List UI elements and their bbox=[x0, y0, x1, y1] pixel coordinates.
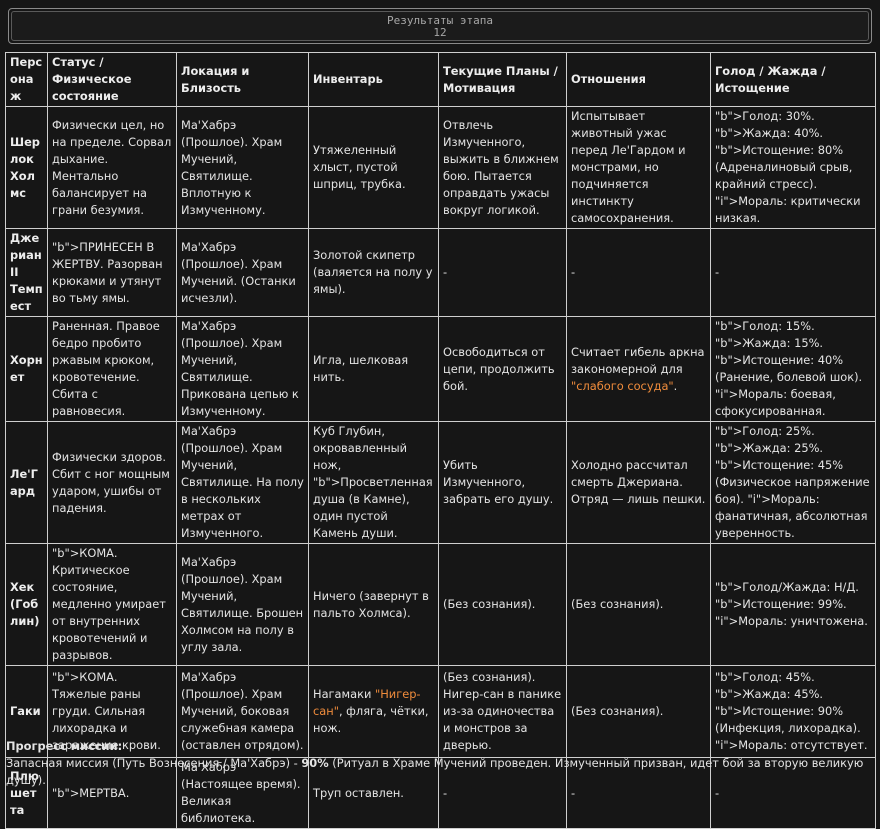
location-cell: Ма'Хабрэ (Прошлое). Храм Мучений, Святил… bbox=[176, 543, 309, 666]
inventory-cell: Ничего (завернут в пальто Холмса). bbox=[308, 543, 439, 666]
stage-results-header: Результаты этапа 12 bbox=[8, 8, 872, 44]
relations-cell: Холодно рассчитал смерть Джериана. Отряд… bbox=[566, 421, 711, 544]
plans-cell: Освободиться от цепи, продолжить бой. bbox=[438, 316, 567, 422]
character-name: Хек (Гоблин) bbox=[5, 543, 48, 666]
character-name: Хорнет bbox=[5, 316, 48, 422]
status-cell: Физически здоров. Сбит с ног мощным удар… bbox=[47, 421, 177, 544]
inventory-cell-text: Нагамаки "Нигер-сан", фляга, чётки, нож. bbox=[313, 687, 429, 735]
inventory-cell-text: Куб Глубин, окровавленный нож, "b">Просв… bbox=[313, 424, 433, 540]
needs-cell-text: "b">Голод: 15%. "b">Жажда: 15%. "b">Исто… bbox=[715, 319, 863, 418]
table-row: Ле'Гард Физически здоров. Сбит с ног мощ… bbox=[5, 421, 876, 544]
table-row: Хек (Гоблин) "b">КОМА. Критическое состо… bbox=[5, 543, 876, 666]
plans-cell: Отвлечь Измученного, выжить в ближнем бо… bbox=[438, 106, 567, 229]
status-cell: Раненная. Правое бедро пробито ржавым кр… bbox=[47, 316, 177, 422]
plans-cell: - bbox=[438, 228, 567, 317]
mission-percent: 90% bbox=[301, 756, 329, 770]
mission-progress: Прогресс миссии: Запасная миссия (Путь В… bbox=[6, 738, 874, 789]
needs-cell: "b">Голод: 30%. "b">Жажда: 40%. "b">Исто… bbox=[710, 106, 876, 229]
table-row: Шерлок Холмс Физически цел, но на предел… bbox=[5, 106, 876, 229]
needs-cell-text: "b">Голод: 25%. "b">Жажда: 25%. "b">Исто… bbox=[715, 424, 870, 540]
needs-cell: "b">Голод: 15%. "b">Жажда: 15%. "b">Исто… bbox=[710, 316, 876, 422]
character-status-table: Персонаж Статус / Физическое состояние Л… bbox=[5, 52, 876, 829]
status-cell: Физически цел, но на пределе. Сорвал дых… bbox=[47, 106, 177, 229]
col-header-inventory: Инвентарь bbox=[308, 52, 439, 107]
header-stage-number: 12 bbox=[433, 26, 447, 39]
inventory-cell: Игла, шелковая нить. bbox=[308, 316, 439, 422]
col-header-plans: Текущие Планы / Мотивация bbox=[438, 52, 567, 107]
mission-name: Запасная миссия (Путь Вознесения / Ма'Ха… bbox=[6, 756, 302, 770]
relations-cell: - bbox=[566, 228, 711, 317]
inventory-cell: Золотой скипетр (валяется на полу у ямы)… bbox=[308, 228, 439, 317]
mission-progress-title: Прогресс миссии: bbox=[6, 739, 123, 753]
relations-cell: (Без сознания). bbox=[566, 543, 711, 666]
needs-cell: "b">Голод/Жажда: Н/Д. "b">Истощение: 99%… bbox=[710, 543, 876, 666]
location-cell: Ма'Хабрэ (Прошлое). Храм Мучений, Святил… bbox=[176, 421, 309, 544]
needs-cell: "b">Голод: 25%. "b">Жажда: 25%. "b">Исто… bbox=[710, 421, 876, 544]
location-cell: Ма'Хабрэ (Прошлое). Храм Мучений. (Остан… bbox=[176, 228, 309, 317]
needs-cell-text: "b">Голод: 30%. "b">Жажда: 40%. "b">Исто… bbox=[715, 109, 861, 225]
status-cell: "b">КОМА. Критическое состояние, медленн… bbox=[47, 543, 177, 666]
character-name: Шерлок Холмс bbox=[5, 106, 48, 229]
needs-cell: - bbox=[710, 228, 876, 317]
needs-cell-text: "b">Голод/Жажда: Н/Д. "b">Истощение: 99%… bbox=[715, 580, 868, 628]
status-cell-text: "b">КОМА. Критическое состояние, медленн… bbox=[52, 546, 166, 662]
col-header-status: Статус / Физическое состояние bbox=[47, 52, 177, 107]
mission-progress-line: Запасная миссия (Путь Вознесения / Ма'Ха… bbox=[6, 755, 874, 789]
table-row: Хорнет Раненная. Правое бедро пробито рж… bbox=[5, 316, 876, 422]
inventory-cell: Куб Глубин, окровавленный нож, "b">Просв… bbox=[308, 421, 439, 544]
table-header-row: Персонаж Статус / Физическое состояние Л… bbox=[5, 52, 876, 107]
col-header-relations: Отношения bbox=[566, 52, 711, 107]
plans-cell: (Без сознания). bbox=[438, 543, 567, 666]
character-name: Джериан II Темпест bbox=[5, 228, 48, 317]
relations-cell: Считает гибель аркна закономерной для "с… bbox=[566, 316, 711, 422]
location-cell: Ма'Хабрэ (Прошлое). Храм Мучений, Святил… bbox=[176, 106, 309, 229]
inventory-cell: Утяжеленный хлыст, пустой шприц, трубка. bbox=[308, 106, 439, 229]
location-cell: Ма'Хабрэ (Прошлое). Храм Мучений, Святил… bbox=[176, 316, 309, 422]
relations-cell-text: Считает гибель аркна закономерной для "с… bbox=[571, 344, 705, 393]
col-header-character: Персонаж bbox=[5, 52, 48, 107]
col-header-location: Локация и Близость bbox=[176, 52, 309, 107]
relations-cell: Испытывает животный ужас перед Ле'Гардом… bbox=[566, 106, 711, 229]
col-header-needs: Голод / Жажда / Истощение bbox=[710, 52, 876, 107]
character-name: Ле'Гард bbox=[5, 421, 48, 544]
status-cell: "b">ПРИНЕСЕН В ЖЕРТВУ. Разорван крюками … bbox=[47, 228, 177, 317]
stage-results-header-inner: Результаты этапа 12 bbox=[11, 11, 869, 41]
plans-cell: Убить Измученного, забрать его душу. bbox=[438, 421, 567, 544]
table-row: Джериан II Темпест "b">ПРИНЕСЕН В ЖЕРТВУ… bbox=[5, 228, 876, 317]
status-cell-text: "b">ПРИНЕСЕН В ЖЕРТВУ. Разорван крюками … bbox=[52, 239, 163, 305]
